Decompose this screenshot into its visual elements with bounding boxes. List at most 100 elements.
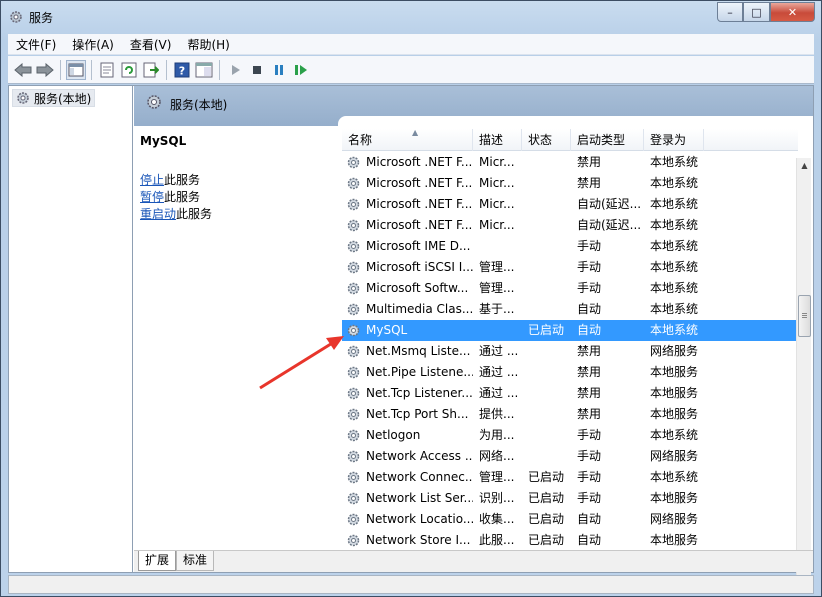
service-description: 基于... (479, 302, 515, 316)
console-tree-icon[interactable] (66, 59, 86, 80)
service-row[interactable]: Microsoft iSCSI I... 管理... 手动 本地系统 (342, 257, 798, 278)
service-description: 通过 ... (479, 365, 519, 379)
start-service-icon[interactable] (225, 60, 245, 80)
view-tabs: 扩展 标准 (134, 550, 813, 572)
pause-service-icon[interactable] (269, 60, 289, 80)
service-name: Microsoft .NET F... (342, 215, 473, 236)
service-description: 为用... (479, 428, 515, 442)
restart-service-icon[interactable] (291, 60, 311, 80)
service-row[interactable]: Net.Pipe Listene... 通过 ... 禁用 本地服务 (342, 362, 798, 383)
service-description: 识别... (479, 491, 515, 505)
service-name: Network Access ... (342, 446, 473, 467)
tab-standard[interactable]: 标准 (176, 551, 215, 571)
view-icon[interactable] (194, 60, 214, 80)
tree-item-label: 服务(本地) (34, 91, 92, 106)
service-row[interactable]: Microsoft Softw... 管理... 手动 本地系统 (342, 278, 798, 299)
tab-extended[interactable]: 扩展 (138, 551, 177, 571)
service-row[interactable]: Microsoft IME D... 手动 本地系统 (342, 236, 798, 257)
services-pane: 服务(本地) MySQL 停止此服务 暂停此服务 重启动此服务 ▲ 名称 描述 … (134, 86, 813, 576)
service-name-text: Microsoft .NET F... (366, 197, 473, 211)
service-row[interactable]: Microsoft .NET F... Micr... 自动(延迟... 本地系统 (342, 194, 798, 215)
service-status: 已启动 (528, 512, 565, 526)
service-name-text: Net.Msmq Liste... (366, 344, 471, 358)
service-row[interactable]: Network Access ... 网络... 手动 网络服务 (342, 446, 798, 467)
services-window: 服务 – □ ✕ 文件(F) 操作(A) 查看(V) 帮助(H) ? 服务(本地… (0, 0, 822, 597)
service-startup-type: 自动(延迟... (577, 197, 642, 211)
tree-item-services-local[interactable]: 服务(本地) (12, 89, 96, 107)
service-status (522, 257, 571, 278)
service-startup-type: 自动 (577, 533, 602, 547)
service-row[interactable]: Network Store I... 此服... 已启动 自动 本地服务 (342, 530, 798, 551)
service-row[interactable]: Net.Msmq Liste... 通过 ... 禁用 网络服务 (342, 341, 798, 362)
service-name: Network Locatio... (342, 509, 473, 530)
menu-file[interactable]: 文件(F) (8, 36, 64, 53)
help-icon[interactable]: ? (172, 60, 192, 80)
service-name-text: Microsoft iSCSI I... (366, 260, 473, 274)
action-suffix: 此服务 (164, 173, 201, 187)
menu-help[interactable]: 帮助(H) (179, 36, 237, 53)
service-startup-type: 手动 (577, 491, 602, 505)
back-icon[interactable] (13, 60, 33, 80)
service-gear-icon (347, 345, 360, 358)
title-bar[interactable]: 服务 – □ ✕ (1, 1, 821, 33)
service-status (522, 362, 571, 383)
window-title: 服务 (29, 11, 54, 25)
service-status (522, 446, 571, 467)
service-row[interactable]: Microsoft .NET F... Micr... 禁用 本地系统 (342, 152, 798, 173)
export-list-icon[interactable] (141, 60, 161, 80)
menu-action[interactable]: 操作(A) (64, 36, 122, 53)
menu-view[interactable]: 查看(V) (122, 36, 180, 53)
service-gear-icon (347, 471, 360, 484)
service-logon-as: 本地系统 (650, 281, 699, 295)
vertical-scrollbar[interactable]: ▲ ▼ (796, 158, 811, 576)
service-name-text: Network Store I... (366, 533, 471, 547)
column-status[interactable]: 状态 (522, 129, 571, 151)
service-name-text: Microsoft .NET F... (366, 155, 473, 169)
properties-icon[interactable] (97, 60, 117, 80)
column-description[interactable]: 描述 (473, 129, 522, 151)
action-pause: 暂停此服务 (140, 188, 200, 205)
service-description (473, 320, 522, 341)
refresh-icon[interactable] (119, 60, 139, 80)
service-name: Net.Msmq Liste... (342, 341, 473, 362)
service-name: Netlogon (342, 425, 473, 446)
service-startup-type: 自动 (577, 302, 602, 316)
extended-detail-panel: MySQL 停止此服务 暂停此服务 重启动此服务 (134, 126, 338, 546)
column-startup-type[interactable]: 启动类型 (571, 129, 644, 151)
service-row[interactable]: MySQL 已启动 自动 本地系统 (342, 320, 798, 341)
minimize-button[interactable]: – (717, 2, 743, 22)
service-name-text: Net.Tcp Port Sh... (366, 407, 469, 421)
maximize-button[interactable]: □ (743, 2, 770, 22)
service-row[interactable]: Network Locatio... 收集... 已启动 自动 网络服务 (342, 509, 798, 530)
stop-service-icon[interactable] (247, 60, 267, 80)
restart-service-link[interactable]: 重启动 (140, 207, 176, 221)
stop-service-link[interactable]: 停止 (140, 173, 164, 187)
service-name: Microsoft iSCSI I... (342, 257, 473, 278)
service-startup-type: 禁用 (577, 155, 602, 169)
service-row[interactable]: Microsoft .NET F... Micr... 自动(延迟... 本地系统 (342, 215, 798, 236)
service-row[interactable]: Net.Tcp Listener... 通过 ... 禁用 本地服务 (342, 383, 798, 404)
column-logon-as[interactable]: 登录为 (644, 129, 704, 151)
service-row[interactable]: Microsoft .NET F... Micr... 禁用 本地系统 (342, 173, 798, 194)
pause-service-link[interactable]: 暂停 (140, 190, 164, 204)
column-name[interactable]: ▲ 名称 (342, 129, 473, 151)
service-logon-as: 本地服务 (650, 533, 699, 547)
service-name-text: Microsoft IME D... (366, 239, 471, 253)
service-row[interactable]: Network List Ser... 识别... 已启动 手动 本地服务 (342, 488, 798, 509)
scrollbar-thumb[interactable] (798, 295, 811, 337)
service-logon-as: 本地服务 (650, 491, 699, 505)
service-row[interactable]: Multimedia Clas... 基于... 自动 本地系统 (342, 299, 798, 320)
service-logon-as: 本地系统 (650, 428, 699, 442)
service-startup-type: 手动 (577, 260, 602, 274)
service-row[interactable]: Network Connec... 管理... 已启动 手动 本地系统 (342, 467, 798, 488)
service-row[interactable]: Net.Tcp Port Sh... 提供... 禁用 本地服务 (342, 404, 798, 425)
service-gear-icon (347, 156, 360, 169)
scroll-up-arrow-icon[interactable]: ▲ (797, 158, 812, 173)
service-row[interactable]: Netlogon 为用... 手动 本地系统 (342, 425, 798, 446)
close-button[interactable]: ✕ (770, 2, 815, 22)
service-name: Microsoft IME D... (342, 236, 473, 257)
service-description: 管理... (479, 260, 515, 274)
forward-icon[interactable] (35, 60, 55, 80)
selected-service-name: MySQL (140, 134, 187, 148)
service-status (522, 152, 571, 173)
